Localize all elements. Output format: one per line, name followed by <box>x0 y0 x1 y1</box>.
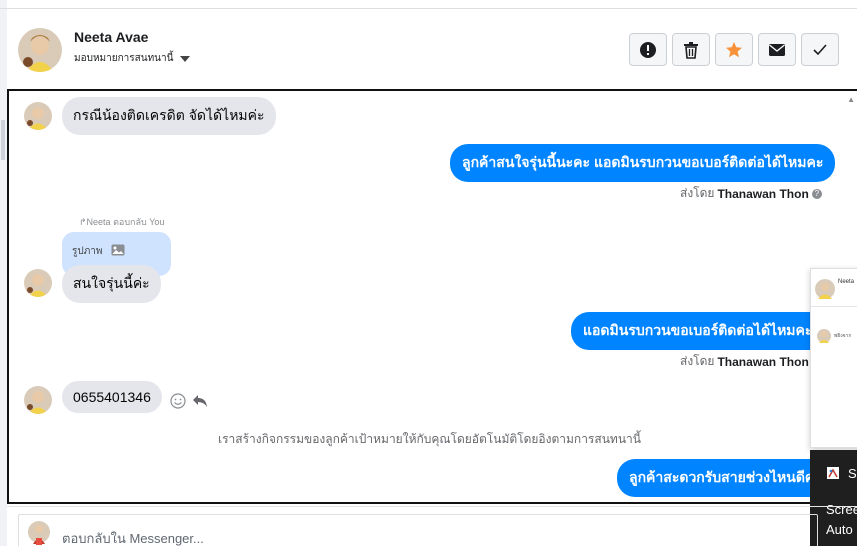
assign-label: มอบหมายการสนทนานี้ <box>74 53 174 64</box>
reply-icon[interactable] <box>192 394 208 408</box>
left-scroll-strip[interactable] <box>0 0 7 546</box>
contact-avatar-small <box>24 386 52 414</box>
avatar <box>815 279 835 299</box>
reply-note-text: Neeta ตอบกลับ You <box>86 217 165 227</box>
contact-avatar[interactable] <box>18 28 62 72</box>
caret-down-icon <box>180 55 191 62</box>
incoming-message: 0655401346 <box>62 381 162 413</box>
header-actions <box>629 33 839 66</box>
reply-placeholder: ตอบกลับใน Messenger... <box>62 531 204 546</box>
mark-done-button[interactable] <box>801 33 839 66</box>
sent-by-label: ส่งโดย Thanawan Thon <box>680 352 809 371</box>
page-avatar <box>27 520 51 546</box>
system-note: เราสร้างกิจกรรมของลูกค้าเป้าหมายให้กับคุ… <box>218 432 641 446</box>
quoted-text: รูปภาพ <box>72 246 103 257</box>
image-icon <box>111 244 125 256</box>
top-divider <box>0 8 857 9</box>
popup-divider <box>811 306 857 307</box>
mark-unread-button[interactable] <box>758 33 796 66</box>
incoming-message: กรณีน้องติดเครดิต จัดได้ไหมค่ะ <box>62 97 276 135</box>
notification-app-name: S <box>848 466 857 481</box>
popup-message[interactable]: พยิงจาก <box>817 329 851 343</box>
message-actions <box>170 393 208 409</box>
outgoing-message: ลูกค้าสนใจรุ่นนี้นะคะ แอดมินรบกวนขอเบอร์… <box>450 144 836 182</box>
conversation-panel[interactable]: ▲ กรณีน้องติดเครดิต จัดได้ไหมค่ะ ลูกค้าส… <box>7 89 857 504</box>
notification-body: Auto <box>826 522 853 537</box>
incoming-message: สนใจรุ่นนี้ค่ะ <box>62 265 161 303</box>
sender-name: Thanawan Thon <box>717 186 809 201</box>
outgoing-message: ลูกค้าสะดวกรับสายช่วงไหนดีคะ <box>617 459 834 497</box>
contact-avatar-small <box>24 102 52 130</box>
star-button[interactable] <box>715 33 753 66</box>
delete-button[interactable] <box>672 33 710 66</box>
sent-by-prefix: ส่งโดย <box>680 354 715 368</box>
popup-snippet: พยิงจาก <box>834 333 852 339</box>
assign-conversation-dropdown[interactable]: มอบหมายการสนทนานี้ <box>74 51 191 66</box>
envelope-icon <box>769 43 785 56</box>
contact-name: Neeta Avae <box>74 29 149 45</box>
sender-name: Thanawan Thon <box>717 354 809 369</box>
popup-contact[interactable]: Neeta <box>815 279 854 299</box>
notification-title: Scree <box>826 502 857 517</box>
exclamation-icon <box>640 41 656 58</box>
composer-divider <box>7 506 857 507</box>
sent-by-label: ส่งโดย Thanawan Thon ? <box>680 184 822 203</box>
outgoing-message: แอดมินรบกวนขอเบอร์ติดต่อได้ไหมคะ+ <box>571 312 833 350</box>
emoji-icon[interactable] <box>170 393 186 409</box>
mark-spam-button[interactable] <box>629 33 667 66</box>
messenger-window: Neeta Avae มอบหมายการสนทนานี้ ▲ กรณีน้อง… <box>0 0 857 546</box>
snip-icon <box>827 467 839 479</box>
contact-avatar-small <box>24 269 52 297</box>
avatar <box>817 329 831 343</box>
scroll-up-icon[interactable]: ▲ <box>847 95 855 104</box>
star-icon <box>726 41 742 57</box>
popup-name: Neeta <box>838 279 855 285</box>
reply-note: ↱Neeta ตอบกลับ You <box>79 215 164 229</box>
chat-heads-popup[interactable]: Neeta พยิงจาก <box>810 268 857 448</box>
sent-by-prefix: ส่งโดย <box>680 186 715 200</box>
help-icon[interactable]: ? <box>811 188 822 199</box>
trash-icon <box>684 41 698 59</box>
check-icon <box>813 43 827 55</box>
reply-arrow-icon: ↱ <box>79 217 87 227</box>
scroll-thumb[interactable] <box>1 120 5 160</box>
